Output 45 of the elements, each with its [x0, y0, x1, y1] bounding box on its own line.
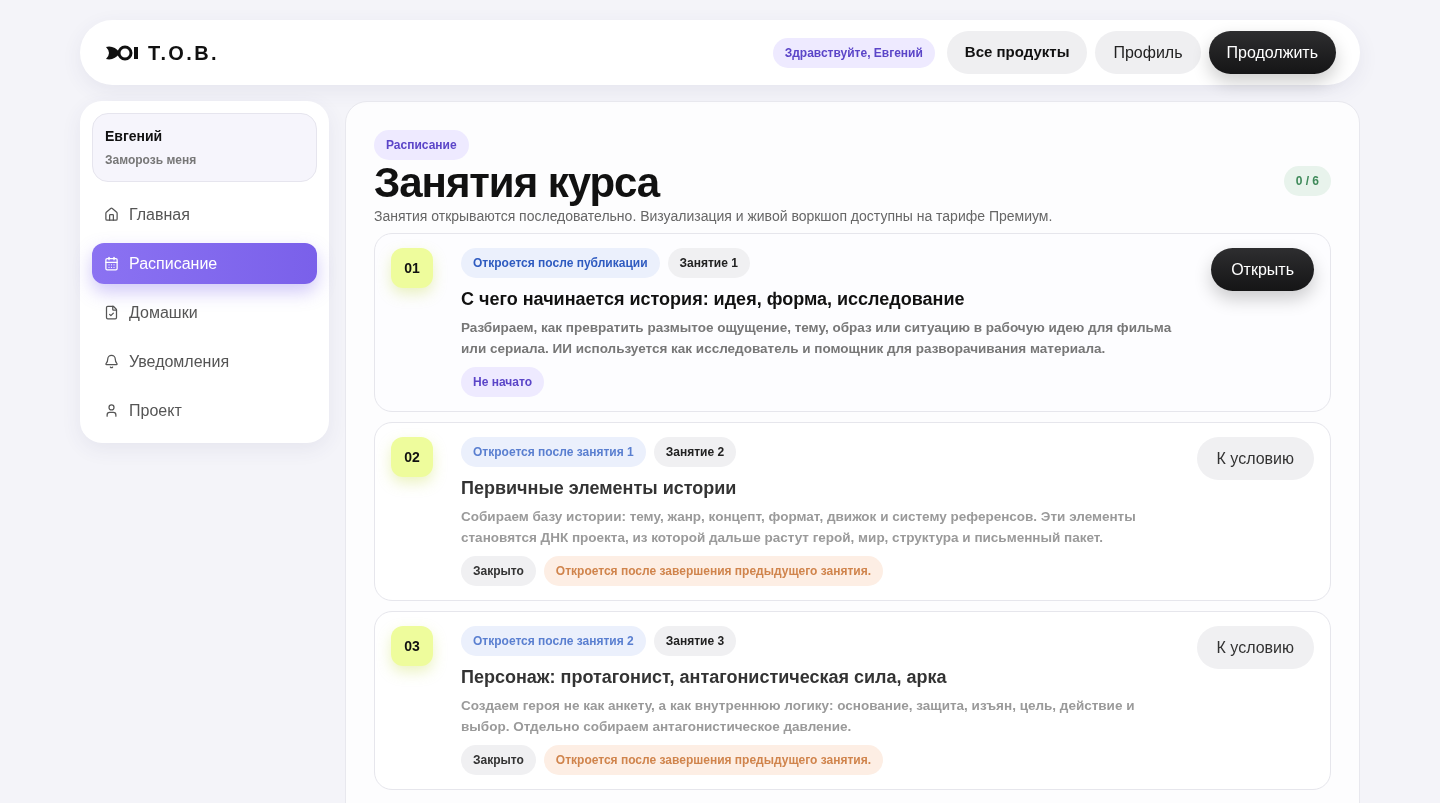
- calendar-icon: [104, 256, 119, 271]
- user-name: Евгений: [105, 127, 164, 146]
- lesson-number: 03: [391, 626, 433, 666]
- lesson-description: Разбираем, как превратить размытое ощущение, тему, образ или ситуацию в рабочую идею для фильма или сериала. ИИ используется как исследователь и помощник для разворачивания материала.: [461, 319, 1173, 358]
- logo-icon: [104, 43, 140, 62]
- header-button[interactable]: Все продукты: [946, 31, 1088, 74]
- unlock-tag: Откроется после занятия 1: [461, 437, 646, 467]
- unlock-tag: Откроется после занятия 2: [461, 626, 646, 656]
- section-tag: Расписание: [374, 130, 469, 160]
- lesson-action-button[interactable]: К условию: [1196, 626, 1314, 669]
- lesson-number: 01: [391, 248, 433, 288]
- lesson-tag: Занятие 1: [667, 248, 750, 278]
- lesson-action-button[interactable]: К условию: [1196, 437, 1314, 480]
- nav-item[interactable]: Проект: [92, 390, 317, 431]
- document-icon: [104, 305, 119, 320]
- nav-item[interactable]: Главная: [92, 194, 317, 235]
- lesson-description: Собираем базу истории: тему, жанр, концепт, формат, движок и систему референсов. Эти элементы становятся ДНК проекта, из которой дальше растут герой, мир, структура и письменный пакет.: [461, 508, 1137, 547]
- status-tag: Откроется после завершения предыдущего занятия.: [543, 745, 884, 775]
- bell-icon: [104, 354, 119, 369]
- lesson-title: Первичные элементы истории: [461, 477, 737, 500]
- header-button[interactable]: Продолжить: [1208, 31, 1336, 74]
- lesson-description: Создаем героя не как анкету, а как внутреннюю логику: основание, защита, изъян, цель, действие и выбор. Отдельно собираем антагонистическое давление.: [461, 697, 1136, 736]
- status-tag: Закрыто: [461, 745, 536, 775]
- status-tag: Не начато: [461, 367, 544, 397]
- lesson-tag: Занятие 3: [653, 626, 737, 656]
- nav-item[interactable]: Расписание: [92, 243, 317, 284]
- nav-item[interactable]: Домашки: [92, 292, 317, 333]
- lesson-tag: Занятие 2: [653, 437, 737, 467]
- nav-item[interactable]: Уведомления: [92, 341, 317, 382]
- status-tag: Закрыто: [461, 556, 536, 586]
- lesson-title: С чего начинается история: идея, форма, исследование: [461, 288, 965, 311]
- unlock-tag: Откроется после публикации: [461, 248, 660, 278]
- page-subtitle: Занятия открываются последовательно. Визуализация и живой воркшоп доступны на тарифе Премиум.: [374, 207, 1054, 226]
- lesson-action-button[interactable]: Открыть: [1211, 248, 1314, 291]
- progress-badge: 0 / 6: [1283, 166, 1331, 196]
- status-tag: Откроется после завершения предыдущего занятия.: [543, 556, 884, 586]
- lesson-number: 02: [391, 437, 433, 477]
- user-subtitle: Заморозь меня: [105, 152, 198, 169]
- home-icon: [104, 207, 119, 222]
- page-title: Занятия курса: [374, 160, 660, 206]
- header-button[interactable]: Профиль: [1095, 31, 1201, 74]
- greeting-badge: Здравствуйте, Евгений: [772, 37, 935, 68]
- lesson-title: Персонаж: протагонист, антагонистическая сила, арка: [461, 666, 947, 689]
- logo-text: T.O.B.: [148, 40, 220, 66]
- person-icon: [104, 403, 119, 418]
